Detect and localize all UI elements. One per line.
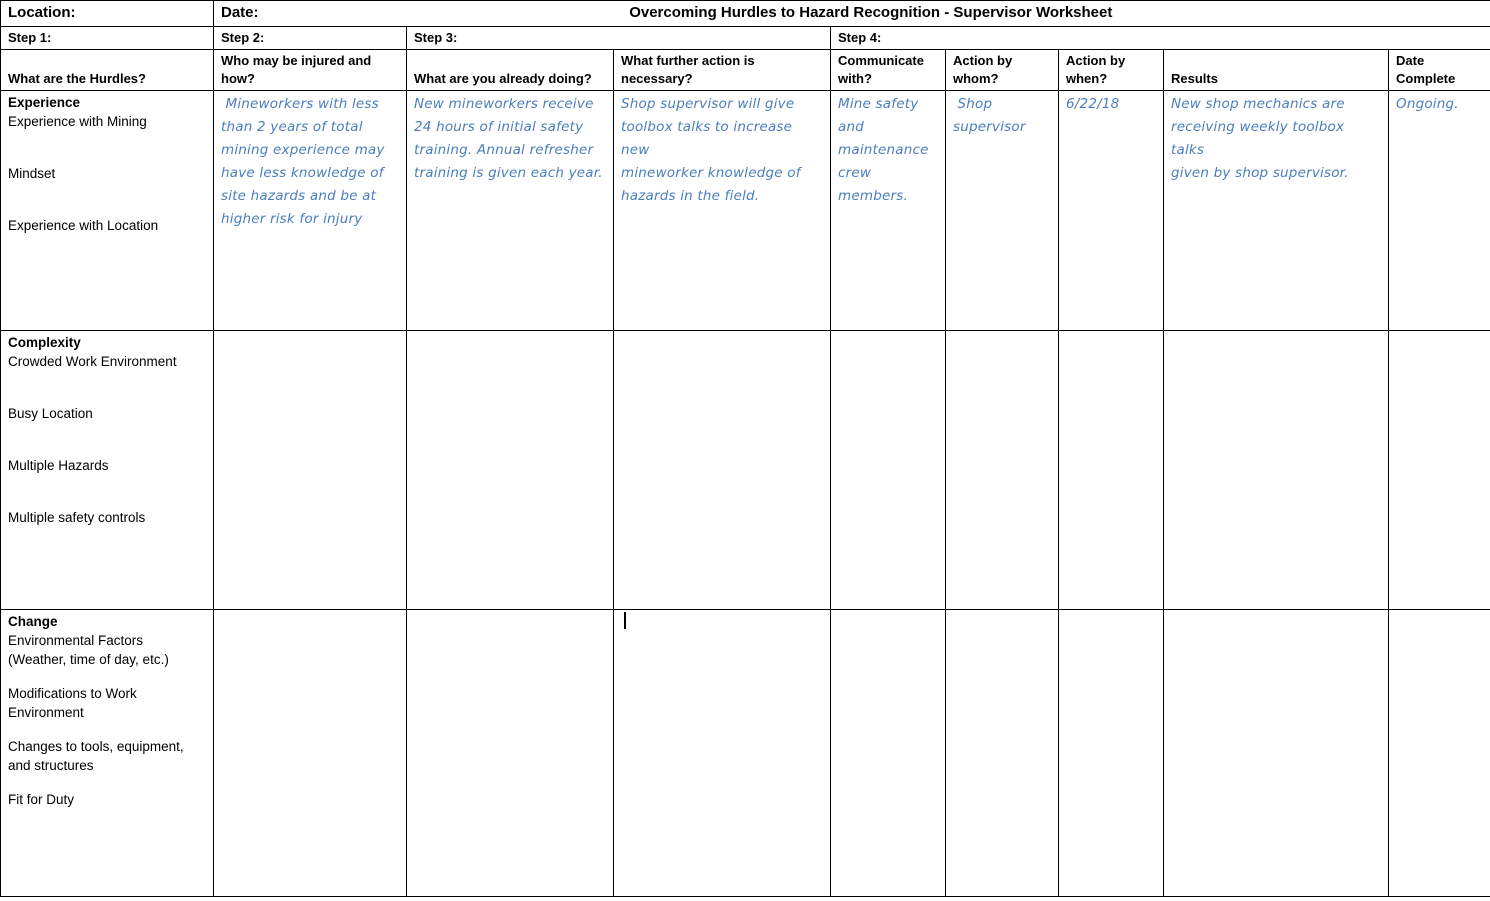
step-3-label: Step 3: <box>414 30 457 45</box>
col-header-who-injured: Who may be injured and how? <box>214 50 407 91</box>
cell-change-who-injured[interactable] <box>214 610 407 897</box>
hurdle-item: Environmental Factors (Weather, time of … <box>8 631 206 669</box>
cell-complexity-hurdles[interactable]: Complexity Crowded Work Environment Busy… <box>1 331 214 610</box>
cell-complexity-action-by-whom[interactable] <box>946 331 1059 610</box>
column-header-row: What are the Hurdles? Who may be injured… <box>1 50 1490 91</box>
hurdle-item: Changes to tools, equipment, and structu… <box>8 737 206 775</box>
table-row-complexity: Complexity Crowded Work Environment Busy… <box>1 331 1490 610</box>
cell-experience-hurdles[interactable]: Experience Experience with Mining Mindse… <box>1 91 214 331</box>
col-header-action-by-when: Action by when? <box>1059 50 1164 91</box>
hurdle-item: Multiple Hazards <box>8 456 206 475</box>
location-label: Location: <box>8 4 76 21</box>
hurdle-item: Fit for Duty <box>8 790 206 809</box>
cell-experience-results[interactable]: New shop mechanics are receiving weekly … <box>1164 91 1389 331</box>
table-row-experience: Experience Experience with Mining Mindse… <box>1 91 1490 331</box>
cell-change-results[interactable] <box>1164 610 1389 897</box>
step-1-cell: Step 1: <box>1 27 214 50</box>
cell-complexity-communicate-with[interactable] <box>831 331 946 610</box>
date-title-cell[interactable]: Date: Overcoming Hurdles to Hazard Recog… <box>214 1 1490 27</box>
cell-change-hurdles[interactable]: Change Environmental Factors (Weather, t… <box>1 610 214 897</box>
cell-experience-communicate-with[interactable]: Mine safety and maintenance crew members… <box>831 91 946 331</box>
hurdle-category-label: Change <box>8 612 206 631</box>
step-2-label: Step 2: <box>221 30 264 45</box>
col-header-further-action: What further action is necessary? <box>614 50 831 91</box>
page-title: Overcoming Hurdles to Hazard Recognition… <box>259 4 1484 22</box>
cell-complexity-date-complete[interactable] <box>1389 331 1490 610</box>
hurdle-category-label: Experience <box>8 93 206 112</box>
hurdle-item: Mindset <box>8 164 206 183</box>
hurdle-category-label: Complexity <box>8 333 206 352</box>
date-label: Date: <box>221 4 259 22</box>
hurdle-item: Modifications to Work Environment <box>8 684 206 722</box>
step-4-cell: Step 4: <box>831 27 1490 50</box>
cell-change-action-by-when[interactable] <box>1059 610 1164 897</box>
step-row: Step 1: Step 2: Step 3: Step 4: <box>1 27 1490 50</box>
cell-experience-date-complete[interactable]: Ongoing. <box>1389 91 1490 331</box>
cell-change-already-doing[interactable] <box>407 610 614 897</box>
col-header-results: Results <box>1164 50 1389 91</box>
cell-experience-further-action[interactable]: Shop supervisor will give toolbox talks … <box>614 91 831 331</box>
cell-change-action-by-whom[interactable] <box>946 610 1059 897</box>
step-1-label: Step 1: <box>8 30 51 45</box>
title-row: Location: Date: Overcoming Hurdles to Ha… <box>1 1 1490 27</box>
worksheet-document: Location: Date: Overcoming Hurdles to Ha… <box>0 0 1490 901</box>
hurdle-item: Experience with Mining <box>8 112 206 131</box>
hurdle-item: Multiple safety controls <box>8 508 206 527</box>
cell-change-communicate-with[interactable] <box>831 610 946 897</box>
cell-complexity-action-by-when[interactable] <box>1059 331 1164 610</box>
cell-complexity-already-doing[interactable] <box>407 331 614 610</box>
cell-experience-action-by-whom[interactable]: Shop supervisor <box>946 91 1059 331</box>
cell-complexity-who-injured[interactable] <box>214 331 407 610</box>
hurdle-item: Busy Location <box>8 404 206 423</box>
cell-change-further-action[interactable] <box>614 610 831 897</box>
cell-change-date-complete[interactable] <box>1389 610 1490 897</box>
cell-complexity-results[interactable] <box>1164 331 1389 610</box>
col-header-communicate-with: Communicate with? <box>831 50 946 91</box>
col-header-action-by-whom: Action by whom? <box>946 50 1059 91</box>
col-header-hurdles: What are the Hurdles? <box>1 50 214 91</box>
text-cursor <box>624 612 626 629</box>
cell-experience-action-by-when[interactable]: 6/22/18 <box>1059 91 1164 331</box>
col-header-date-complete: Date Complete <box>1389 50 1490 91</box>
step-3-cell: Step 3: <box>407 27 831 50</box>
location-field-cell[interactable]: Location: <box>1 1 214 27</box>
hurdle-item: Crowded Work Environment <box>8 352 206 371</box>
cell-complexity-further-action[interactable] <box>614 331 831 610</box>
supervisor-worksheet-table: Location: Date: Overcoming Hurdles to Ha… <box>0 0 1490 897</box>
hurdle-item: Experience with Location <box>8 216 206 235</box>
cell-experience-who-injured[interactable]: Mineworkers with less than 2 years of to… <box>214 91 407 331</box>
table-row-change: Change Environmental Factors (Weather, t… <box>1 610 1490 897</box>
col-header-already-doing: What are you already doing? <box>407 50 614 91</box>
step-4-label: Step 4: <box>838 30 881 45</box>
step-2-cell: Step 2: <box>214 27 407 50</box>
cell-experience-already-doing[interactable]: New mineworkers receive 24 hours of init… <box>407 91 614 331</box>
